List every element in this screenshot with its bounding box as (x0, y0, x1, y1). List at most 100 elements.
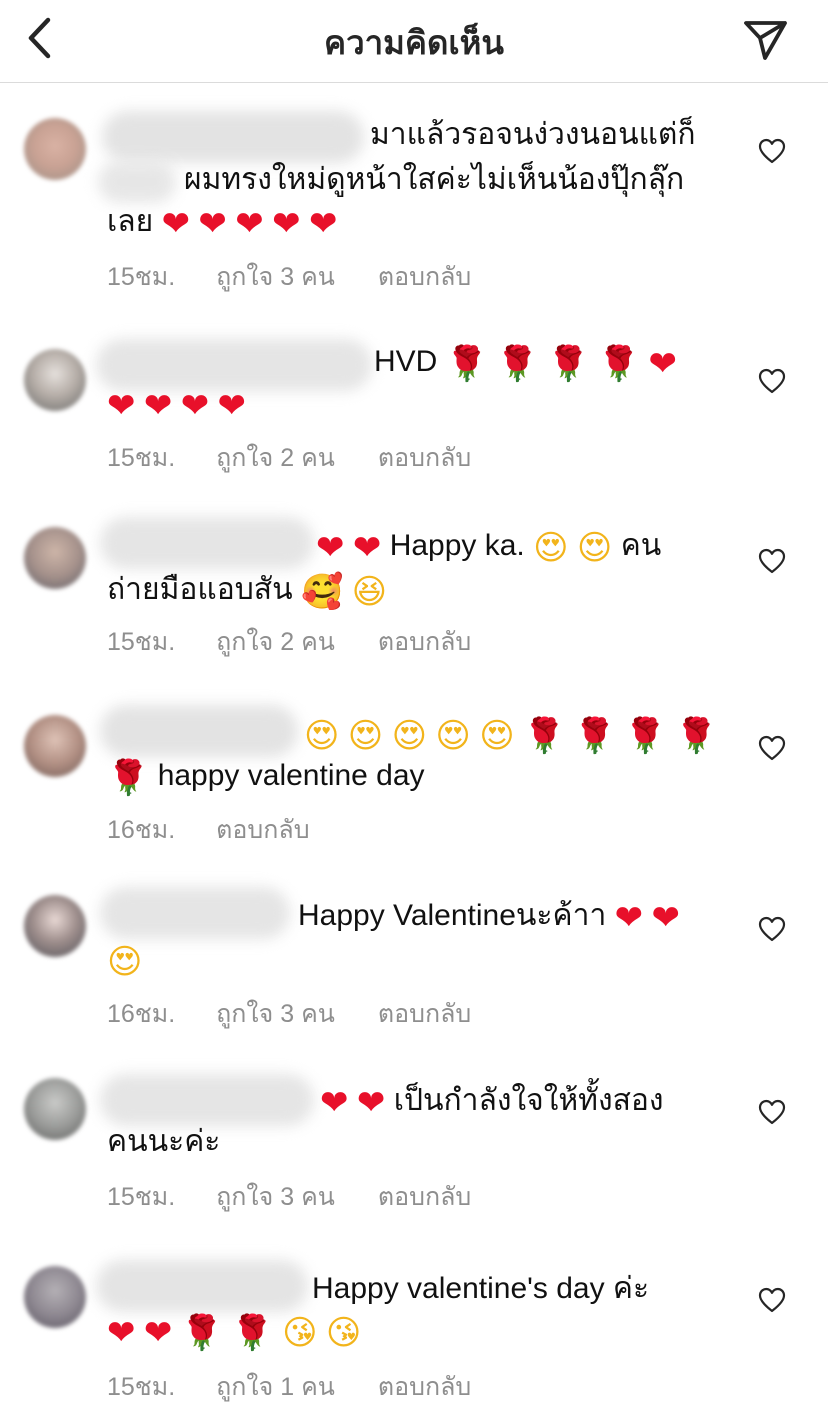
reply-button[interactable]: ตอบกลับ (378, 994, 471, 1034)
comment-likes[interactable]: ถูกใจ 3 คน (216, 257, 335, 297)
like-comment-button[interactable] (752, 1280, 792, 1320)
avatar[interactable] (24, 527, 86, 589)
heart-emoji: ❤ (143, 386, 173, 426)
comment-text: คนนะค่ะ (107, 1119, 722, 1164)
comment-line: คนนะค่ะ (107, 1125, 221, 1158)
heart-emoji: ❤ (198, 204, 227, 244)
heart-emoji: ❤ (352, 528, 382, 568)
comment-meta: 15ชม. ถูกใจ 1 คน ตอบกลับ (107, 1367, 471, 1407)
comment-meta: 15ชม. ถูกใจ 2 คน ตอบกลับ (107, 438, 471, 478)
rose-emoji: 🌹 (445, 344, 489, 384)
comment-meta: 15ชม. ถูกใจ 3 คน ตอบกลับ (107, 1177, 471, 1217)
comment-meta: 15ชม. ถูกใจ 3 คน ตอบกลับ (107, 257, 471, 297)
username-redacted[interactable] (100, 705, 298, 757)
reply-button[interactable]: ตอบกลับ (378, 257, 471, 297)
heart-outline-icon (758, 735, 786, 761)
comment-likes[interactable]: ถูกใจ 2 คน (216, 622, 335, 662)
page-title: ความคิดเห็น (324, 24, 504, 61)
heart-emoji: ❤ (235, 204, 264, 244)
like-comment-button[interactable] (752, 541, 792, 581)
comment-text: Happy valentine's day ค่ะ (312, 1266, 722, 1311)
like-comment-button[interactable] (752, 1092, 792, 1132)
comment-line: มาแล้วรอจนง่วงนอนแต่ก็ (370, 118, 696, 151)
heart-emoji: ❤ (308, 204, 338, 244)
comment-text: ❤ ❤ Happy ka. 😍 😍 คน (316, 523, 696, 568)
like-comment-button[interactable] (752, 909, 792, 949)
heart-emoji: ❤ (614, 898, 644, 938)
comment-text: มาแล้วรอจนง่วงนอนแต่ก็ (370, 112, 715, 157)
avatar[interactable] (24, 895, 86, 957)
comment-meta: 16ชม. ตอบกลับ (107, 810, 310, 850)
comment-line: happy valentine day (157, 759, 425, 792)
heart-emoji: ❤ (180, 386, 210, 426)
comment-line: Happy Valentineนะค้าา (298, 899, 607, 932)
paper-plane-icon (744, 21, 787, 60)
heart-emoji: ❤ (648, 344, 677, 384)
comment-time: 16ชม. (107, 1000, 176, 1028)
username-redacted[interactable] (100, 887, 290, 939)
header-bar: ความคิดเห็น (0, 0, 828, 83)
comment-line: เลย (107, 205, 154, 238)
rose-emoji: 🌹 (573, 716, 617, 756)
comment-text: Happy Valentineนะค้าา ❤ ❤ (298, 893, 723, 938)
avatar[interactable] (24, 1266, 86, 1328)
avatar[interactable] (24, 715, 86, 777)
reply-button[interactable]: ตอบกลับ (378, 1177, 471, 1217)
comment-line: คน (620, 529, 662, 562)
username-redacted[interactable] (96, 1260, 308, 1312)
heart-emoji: ❤ (320, 1083, 349, 1123)
heart-eyes-emoji: 😍 (347, 716, 384, 756)
heart-eyes-emoji: 😍 (304, 716, 340, 756)
comment-text: ถ่ายมือแอบสัน 🥰 😆 (107, 567, 722, 612)
rose-emoji: 🌹 (624, 716, 667, 756)
comment-likes[interactable]: ถูกใจ 3 คน (216, 1177, 335, 1217)
heart-outline-icon (758, 916, 786, 942)
comment-meta: 15ชม. ถูกใจ 2 คน ตอบกลับ (107, 622, 471, 662)
rose-emoji: 🌹 (675, 716, 718, 756)
avatar[interactable] (24, 349, 86, 411)
comment-line: ถ่ายมือแอบสัน (107, 573, 293, 606)
comment-likes[interactable]: ถูกใจ 3 คน (216, 994, 335, 1034)
comment-time: 15ชม. (107, 444, 176, 472)
heart-emoji: ❤ (107, 1313, 136, 1353)
comment-likes[interactable]: ถูกใจ 1 คน (216, 1367, 335, 1407)
comment-likes[interactable]: ถูกใจ 2 คน (216, 438, 335, 478)
reply-button[interactable]: ตอบกลับ (378, 622, 471, 662)
rose-emoji: 🌹 (547, 344, 590, 384)
heart-outline-icon (758, 1099, 786, 1125)
heart-eyes-emoji: 😍 (107, 942, 143, 982)
kissing-face-emoji: 😘 (282, 1313, 318, 1353)
comment-text: HVD 🌹 🌹 🌹 🌹 ❤ (374, 339, 714, 384)
rose-emoji: 🌹 (180, 1313, 224, 1353)
comment-text: 😍 😍 😍 😍 😍 🌹 🌹 🌹 🌹 (304, 711, 724, 756)
heart-eyes-emoji: 😍 (391, 716, 428, 756)
smiling-hearts-emoji: 🥰 (300, 572, 344, 612)
rose-emoji: 🌹 (597, 344, 641, 384)
comment-line: Happy valentine's day ค่ะ (312, 1272, 650, 1305)
avatar[interactable] (24, 1078, 86, 1140)
heart-eyes-emoji: 😍 (479, 716, 515, 756)
reply-button[interactable]: ตอบกลับ (216, 810, 309, 850)
comment-text: ผมทรงใหม่ดูหน้าใสค่ะไม่เห็นน้องปุ๊กลุ๊ก (184, 157, 724, 202)
heart-outline-icon (758, 548, 786, 574)
rose-emoji: 🌹 (231, 1313, 274, 1353)
username-redacted[interactable] (100, 517, 314, 569)
share-button[interactable] (734, 8, 796, 68)
like-comment-button[interactable] (752, 728, 792, 768)
comment-text: 😍 (107, 937, 722, 982)
heart-emoji: ❤ (316, 528, 345, 568)
heart-eyes-emoji: 😍 (576, 528, 613, 568)
heart-emoji: ❤ (356, 1083, 386, 1123)
username-redacted[interactable] (102, 111, 364, 163)
reply-button[interactable]: ตอบกลับ (378, 438, 471, 478)
username-redacted (98, 161, 176, 203)
comment-text: ❤ ❤ ❤ ❤ (107, 381, 722, 426)
like-comment-button[interactable] (752, 361, 792, 401)
heart-emoji: ❤ (161, 204, 191, 244)
rose-emoji: 🌹 (496, 344, 539, 384)
back-button[interactable] (14, 10, 64, 66)
kissing-face-emoji: 😘 (325, 1313, 362, 1353)
avatar[interactable] (24, 118, 86, 180)
reply-button[interactable]: ตอบกลับ (378, 1367, 471, 1407)
like-comment-button[interactable] (752, 131, 792, 171)
